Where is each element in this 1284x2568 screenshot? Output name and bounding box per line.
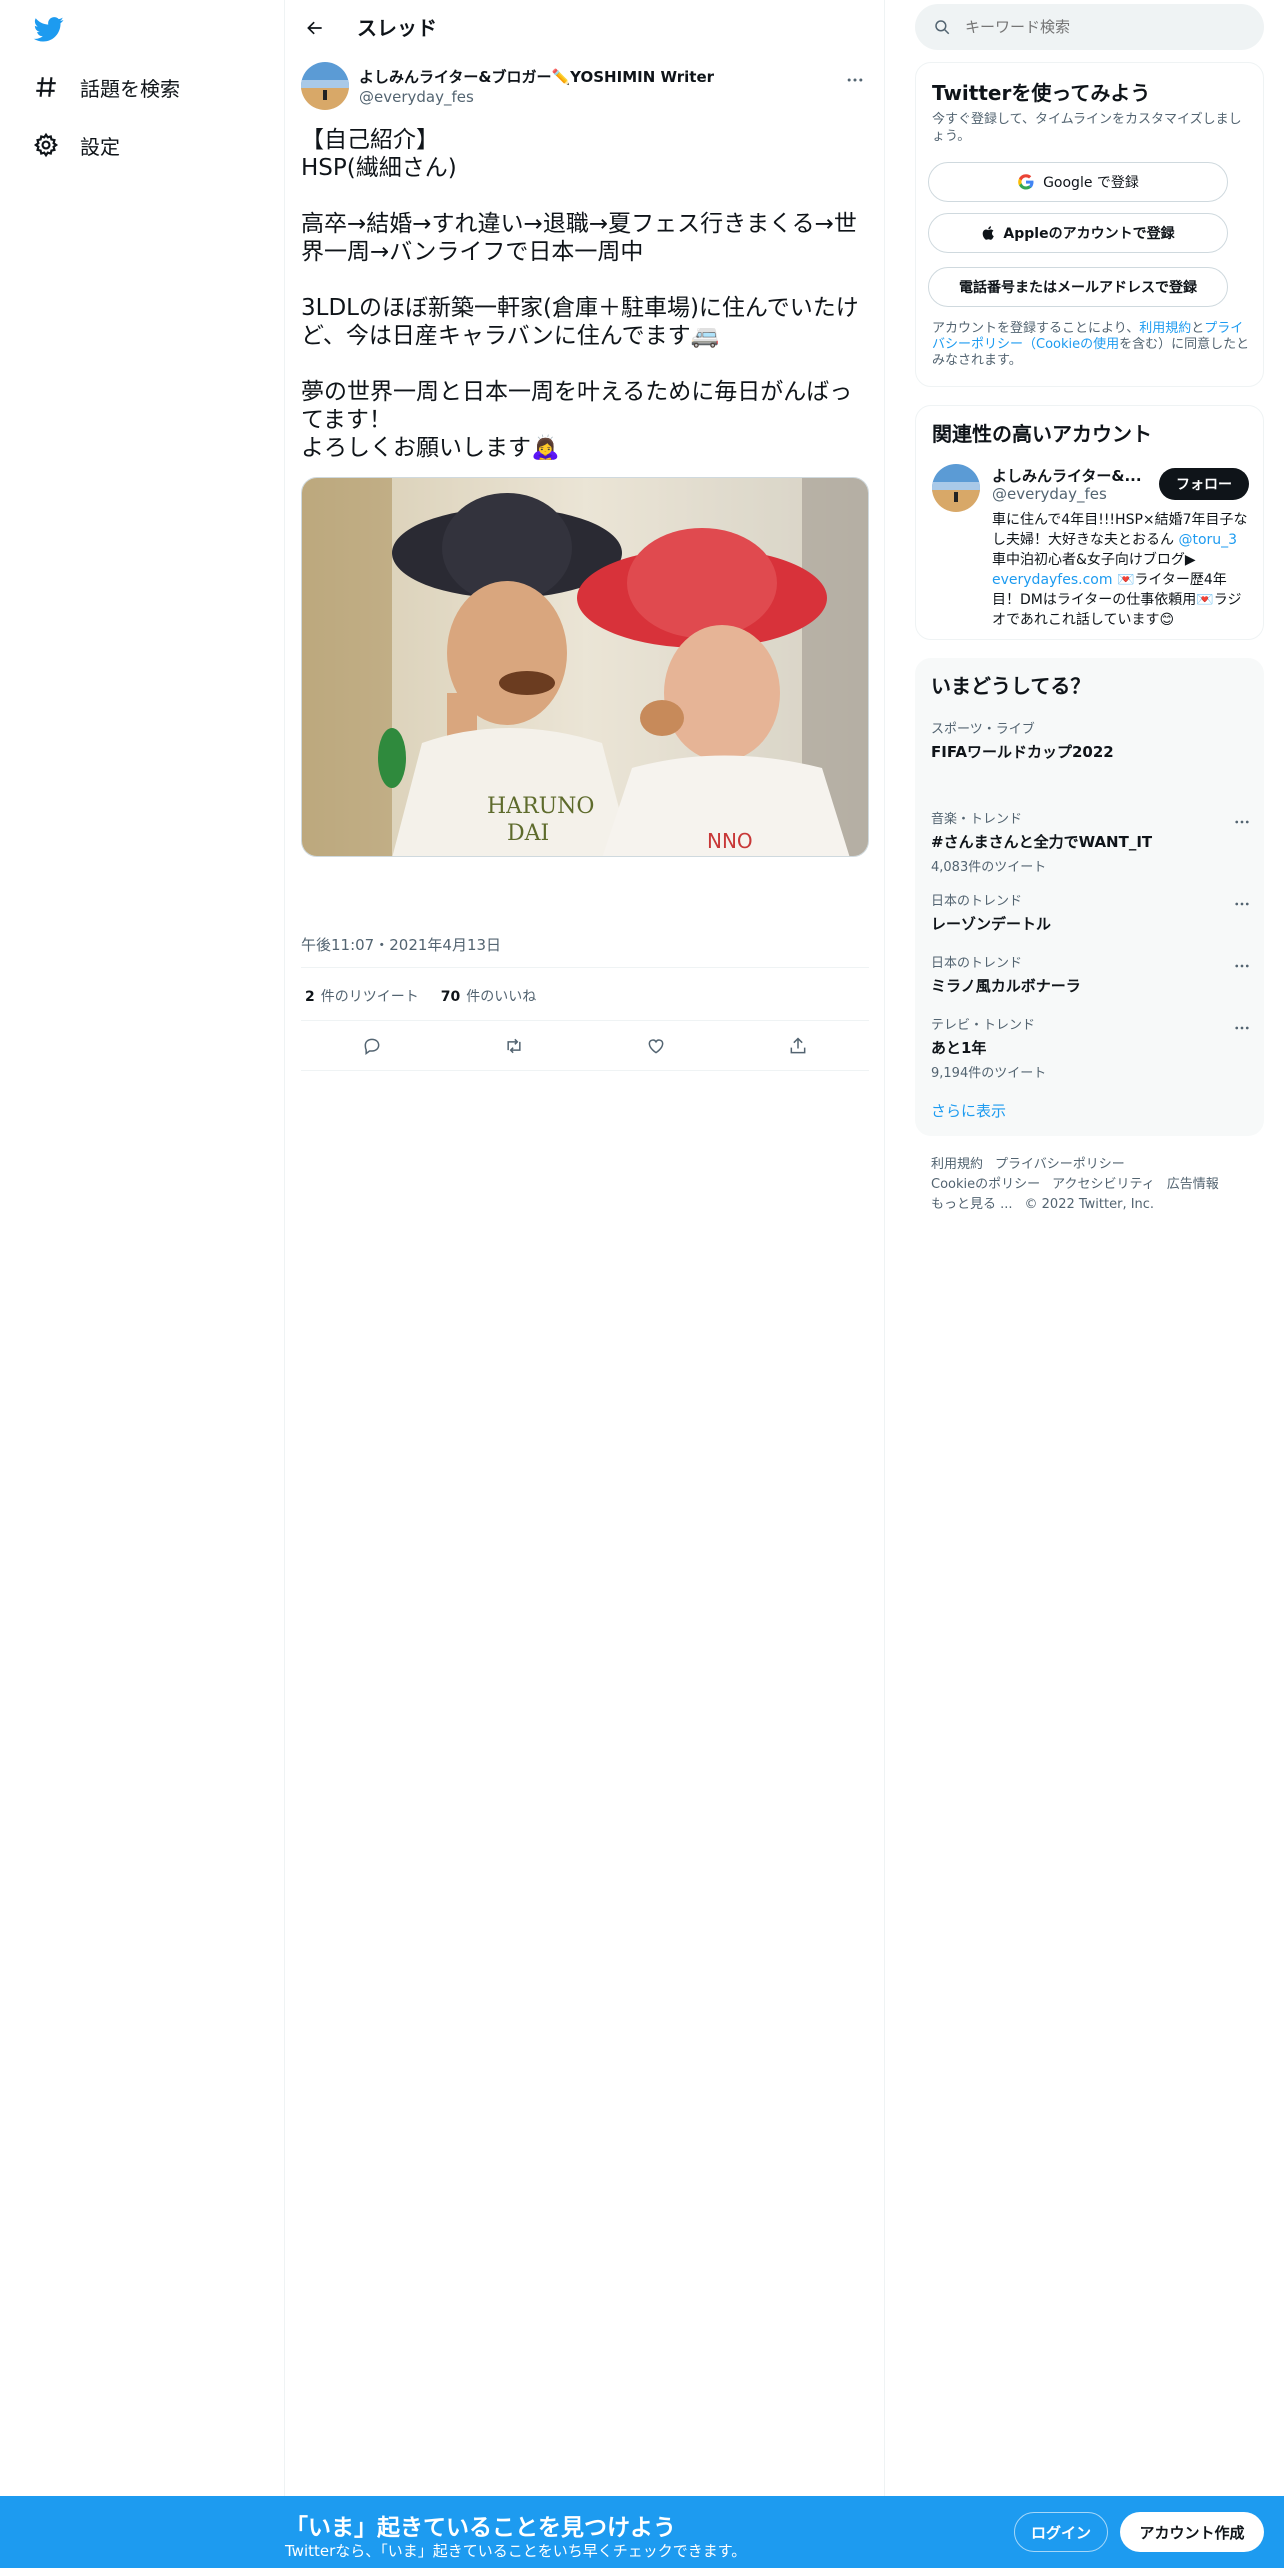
show-more-link[interactable]: さらに表示 bbox=[931, 1100, 1006, 1121]
google-icon bbox=[1018, 174, 1034, 190]
nav-item-label: 設定 bbox=[80, 134, 120, 159]
pencil-icon: ✏️ bbox=[551, 68, 571, 86]
google-signup-button[interactable]: Google で登録 bbox=[928, 162, 1228, 202]
relevant-title: 関連性の高いアカウント bbox=[932, 422, 1152, 446]
svg-text:NNO: NNO bbox=[707, 829, 753, 853]
divider bbox=[301, 1070, 869, 1071]
signup-subtitle: 今すぐ登録して、タイムラインをカスタマイズしましょう。 bbox=[932, 112, 1242, 144]
reply-button[interactable] bbox=[353, 1027, 391, 1065]
trend-more-button[interactable] bbox=[1230, 956, 1254, 976]
thread-header: スレッド bbox=[285, 0, 885, 54]
bottom-bar-title: 「いま」起きていることを見つけよう bbox=[285, 2515, 676, 2541]
footer-link[interactable]: アクセシビリティ bbox=[1052, 1177, 1155, 1192]
svg-text:DAI: DAI bbox=[507, 821, 549, 846]
retweet-icon bbox=[507, 1038, 521, 1054]
svg-text:HARUNO: HARUNO bbox=[487, 794, 594, 819]
nav-item-explore[interactable]: 話題を検索 bbox=[28, 59, 180, 115]
main-column: スレッド よしみんライター&ブロガー✏️YOSHIMIN Writer @eve… bbox=[285, 0, 885, 2568]
divider bbox=[301, 1020, 869, 1021]
trend-item[interactable]: 音楽・トレンド #さんまさんと全力でWANT_IT 4,083件のツイート bbox=[931, 808, 1251, 875]
create-account-button[interactable]: アカウント作成 bbox=[1120, 2512, 1264, 2552]
relevant-account-handle[interactable]: @everyday_fes bbox=[992, 485, 1107, 503]
footer-link[interactable]: 広告情報 bbox=[1167, 1177, 1219, 1192]
divider bbox=[301, 967, 869, 968]
arrow-left-icon bbox=[307, 21, 322, 35]
signup-legal-text: アカウントを登録することにより、利用規約とプライバシーポリシー（Cookieの使… bbox=[932, 321, 1250, 368]
bottom-bar-subtitle: Twitterなら、「いま」起きていることをいち早くチェックできます。 bbox=[285, 2542, 747, 2560]
login-button[interactable]: ログイン bbox=[1014, 2512, 1108, 2552]
footer-link[interactable]: プライバシーポリシー bbox=[995, 1157, 1125, 1172]
search-box[interactable] bbox=[915, 4, 1264, 50]
apple-signup-button[interactable]: Appleのアカウントで登録 bbox=[928, 213, 1228, 253]
bottom-signup-bar: 「いま」起きていることを見つけよう Twitterなら、「いま」起きていることを… bbox=[0, 2496, 1284, 2568]
footer-link[interactable]: 利用規約 bbox=[931, 1157, 983, 1172]
retweet-stat[interactable]: 2 件のリツイート bbox=[305, 986, 419, 1006]
search-icon bbox=[935, 20, 950, 35]
tweet-text: 【自己紹介】 HSP(繊細さん) 高卒→結婚→すれ違い→退職→夏フェス行きまくる… bbox=[301, 127, 859, 461]
signup-panel: Twitterを使ってみよう 今すぐ登録して、タイムラインをカスタマイズしましょ… bbox=[915, 62, 1264, 387]
trend-item[interactable]: スポーツ・ライブ FIFAワールドカップ2022 bbox=[931, 718, 1251, 762]
trend-item[interactable]: テレビ・トレンド あと1年 9,194件のツイート bbox=[931, 1014, 1251, 1081]
trends-title: いまどうしてる？ bbox=[931, 674, 1091, 698]
nav-item-label: 話題を検索 bbox=[80, 76, 180, 101]
more-dots-icon bbox=[1235, 1026, 1249, 1030]
tweet-photo[interactable]: NNO HARUNO DAI bbox=[301, 477, 869, 857]
mention-link[interactable]: @toru_3 bbox=[1178, 532, 1237, 548]
back-button[interactable] bbox=[299, 12, 331, 44]
trend-more-button[interactable] bbox=[1230, 894, 1254, 914]
footer-link[interactable]: もっと見る ... bbox=[931, 1197, 1013, 1212]
apple-icon bbox=[983, 226, 995, 240]
phone-email-signup-button[interactable]: 電話番号またはメールアドレスで登録 bbox=[928, 267, 1228, 307]
website-link[interactable]: everydayfes.com bbox=[992, 572, 1113, 588]
follow-button[interactable]: フォロー bbox=[1159, 468, 1249, 500]
share-icon bbox=[790, 1037, 806, 1054]
more-dots-icon bbox=[847, 78, 863, 82]
tweet-stats: 2 件のリツイート 70 件のいいね bbox=[305, 986, 536, 1006]
nav-item-settings[interactable]: 設定 bbox=[28, 117, 120, 173]
trends-panel: いまどうしてる？ スポーツ・ライブ FIFAワールドカップ2022 音楽・トレン… bbox=[915, 658, 1264, 1136]
search-input[interactable] bbox=[965, 18, 1245, 36]
signup-title: Twitterを使ってみよう bbox=[932, 81, 1151, 105]
hashtag-icon bbox=[28, 69, 64, 105]
more-dots-icon bbox=[1235, 902, 1249, 906]
reply-icon bbox=[364, 1038, 380, 1055]
more-options-button[interactable] bbox=[841, 66, 869, 94]
footer-links: 利用規約 プライバシーポリシー Cookieのポリシー アクセシビリティ 広告情報 も… bbox=[931, 1155, 1251, 1215]
relevant-accounts-panel: 関連性の高いアカウント よしみんライター&... @everyday_fes フ… bbox=[915, 405, 1264, 640]
left-nav: 話題を検索 設定 bbox=[0, 0, 285, 2568]
relevant-account-bio: 車に住んで4年目!!!HSP×結婚7年目子なし夫婦！大好きな夫とおるん @tor… bbox=[992, 512, 1248, 628]
heart-icon bbox=[648, 1039, 664, 1054]
tweet-actions bbox=[301, 1022, 869, 1070]
gear-icon bbox=[28, 127, 64, 163]
trend-more-button[interactable] bbox=[1230, 812, 1254, 832]
more-dots-icon bbox=[1235, 964, 1249, 968]
like-stat[interactable]: 70 件のいいね bbox=[441, 986, 536, 1006]
page-title: スレッド bbox=[357, 16, 437, 40]
retweet-button[interactable] bbox=[495, 1027, 533, 1065]
author-handle[interactable]: @everyday_fes bbox=[359, 88, 474, 106]
footer-link[interactable]: Cookieのポリシー bbox=[931, 1177, 1040, 1192]
like-button[interactable] bbox=[637, 1027, 675, 1065]
copyright: © 2022 Twitter, Inc. bbox=[1024, 1197, 1155, 1212]
avatar[interactable] bbox=[301, 62, 349, 110]
more-dots-icon bbox=[1235, 820, 1249, 824]
avatar[interactable] bbox=[932, 464, 980, 512]
trend-more-button[interactable] bbox=[1230, 1018, 1254, 1038]
tweet-timestamp[interactable]: 午後11:07・2021年4月13日 bbox=[301, 934, 501, 955]
relevant-account-name[interactable]: よしみんライター&... bbox=[992, 465, 1142, 486]
author-name[interactable]: よしみんライター&ブロガー✏️YOSHIMIN Writer bbox=[359, 66, 714, 87]
terms-link[interactable]: 利用規約 bbox=[1139, 321, 1191, 336]
twitter-logo-icon[interactable] bbox=[32, 14, 66, 44]
trend-item[interactable]: 日本のトレンド レーゾンデートル bbox=[931, 890, 1251, 934]
trend-item[interactable]: 日本のトレンド ミラノ風カルボナーラ bbox=[931, 952, 1251, 996]
share-button[interactable] bbox=[779, 1027, 817, 1065]
